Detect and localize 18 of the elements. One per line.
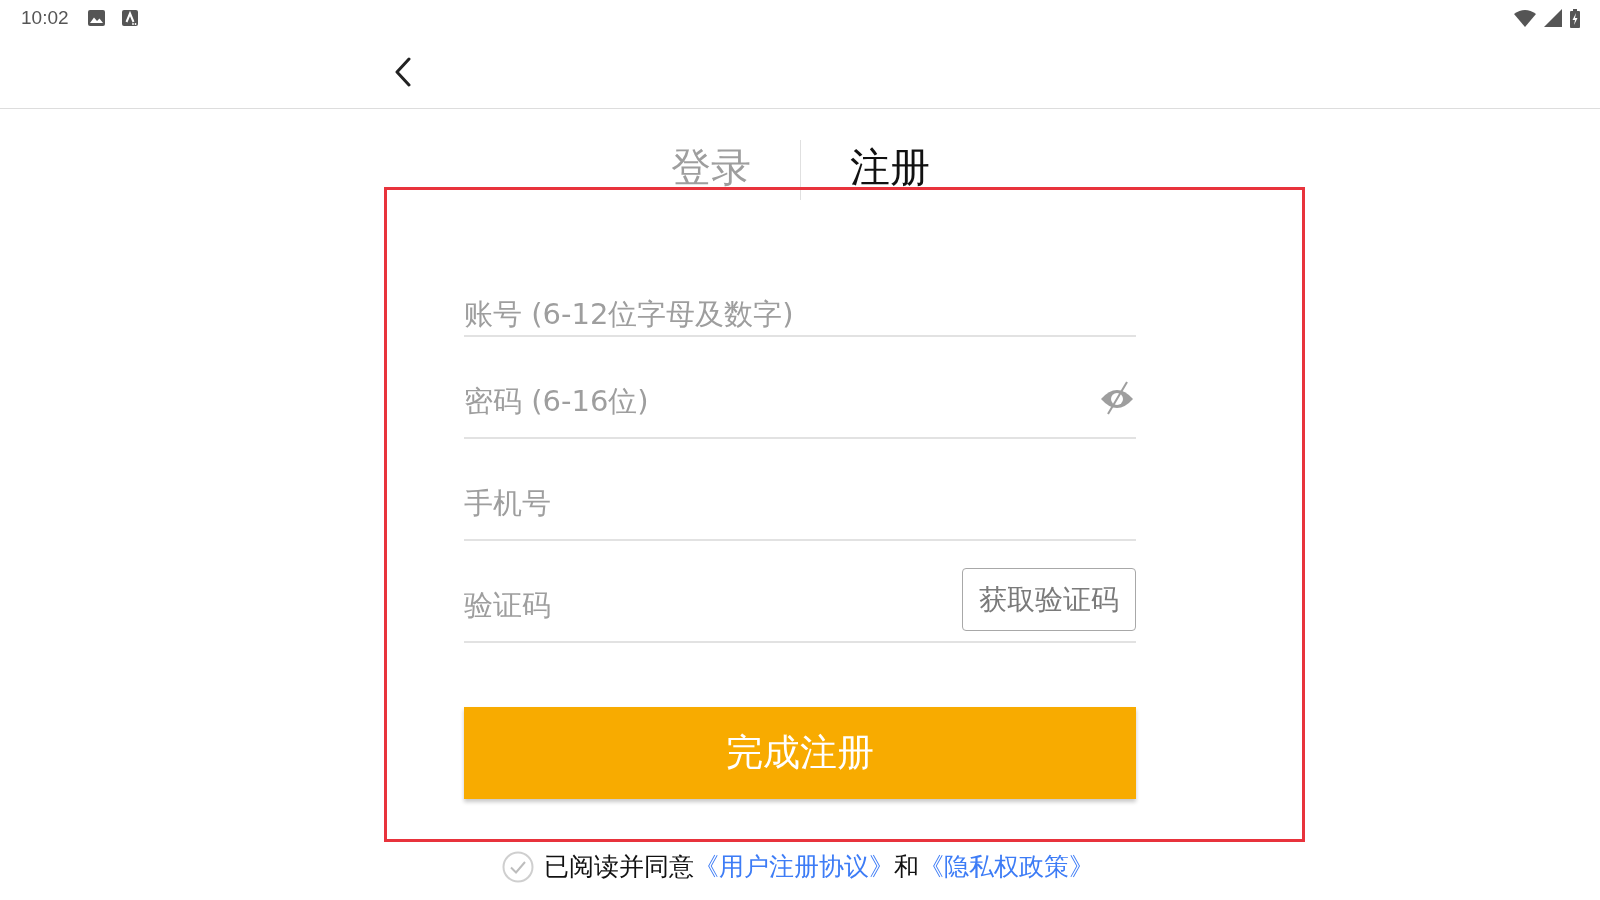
signal-icon (1544, 9, 1562, 27)
agreement-text: 已阅读并同意《用户注册协议》和《隐私权政策》 (544, 851, 1094, 883)
code-input[interactable]: 验证码 (464, 589, 962, 621)
status-time: 10:02 (21, 7, 69, 29)
tab[interactable]: 登录 (621, 140, 800, 200)
password-input[interactable]: 密码 (6-16位) (464, 385, 1100, 417)
eye-slash-icon[interactable] (1100, 381, 1134, 415)
wifi-icon (1514, 9, 1536, 27)
agree-checkbox[interactable] (502, 851, 534, 883)
tab[interactable]: 注册 (800, 140, 979, 200)
agreement-link[interactable]: 《用户注册协议》 (694, 852, 894, 881)
app-notification-icon (121, 10, 138, 26)
battery-charging-icon (1570, 8, 1580, 28)
account-input[interactable]: 账号 (6-12位字母及数字) (464, 298, 1136, 330)
get-code-button[interactable]: 获取验证码 (962, 568, 1136, 631)
image-icon (87, 10, 105, 26)
phone-input[interactable]: 手机号 (464, 487, 1136, 519)
agreement-link[interactable]: 《隐私权政策》 (919, 852, 1094, 881)
